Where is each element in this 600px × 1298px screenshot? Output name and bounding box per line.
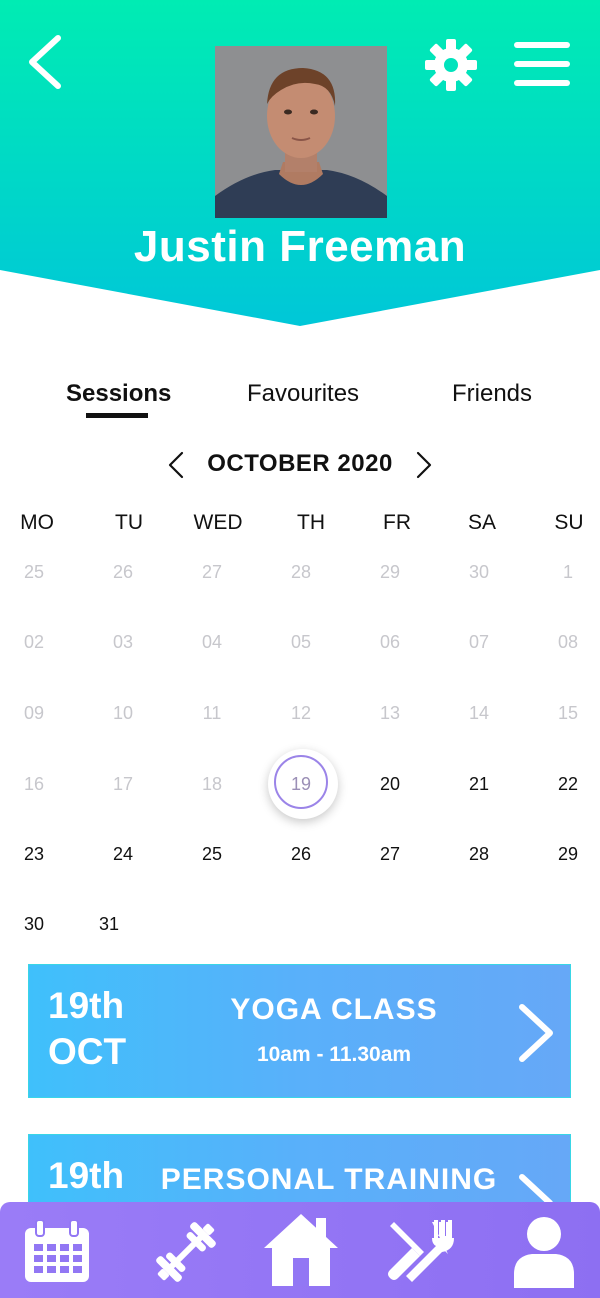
active-tab-indicator [86,413,148,418]
session-title: PERSONAL TRAINING [160,1163,498,1196]
calendar-day[interactable]: 03 [98,617,148,667]
session-date: 19th [48,1153,124,1199]
calendar-day[interactable]: 31 [84,899,134,949]
user-icon[interactable] [512,1214,576,1290]
calendar-day[interactable]: 25 [9,547,59,597]
calendar-day[interactable]: 24 [98,829,148,879]
calendar-day[interactable]: 29 [543,829,593,879]
calendar-day[interactable]: 25 [187,829,237,879]
calendar-day[interactable]: 12 [276,688,326,738]
tab-sessions[interactable]: Sessions [66,380,171,408]
calendar-day[interactable]: 06 [365,617,415,667]
home-icon[interactable] [262,1210,340,1290]
calendar-day[interactable]: 14 [454,688,504,738]
avatar [215,46,387,218]
gear-icon[interactable] [424,38,478,92]
calendar-day[interactable]: 28 [276,547,326,597]
calendar-day[interactable]: 21 [454,759,504,809]
calendar-day[interactable]: 22 [543,759,593,809]
bottom-navigation [0,1202,600,1298]
weekday-label: MO [20,511,54,534]
calendar-day[interactable]: 17 [98,759,148,809]
calendar-icon[interactable] [22,1220,92,1284]
calendar-day-selected[interactable]: 19 [276,759,326,809]
session-card[interactable]: 19th OCT YOGA CLASS 10am - 11.30am [28,964,571,1098]
tab-friends[interactable]: Friends [452,380,532,408]
back-arrow-icon[interactable] [22,32,66,92]
weekday-label: SU [554,511,584,534]
calendar-day[interactable]: 29 [365,547,415,597]
month-title: OCTOBER 2020 [207,450,393,477]
tab-favourites[interactable]: Favourites [247,380,359,408]
weekday-label: TU [115,511,143,534]
calendar-day[interactable]: 02 [9,617,59,667]
calendar-day[interactable]: 27 [187,547,237,597]
calendar-day[interactable]: 26 [98,547,148,597]
session-time: 10am - 11.30am [256,1043,412,1066]
weekday-label: TH [297,511,325,534]
calendar-day[interactable]: 07 [454,617,504,667]
chevron-right-icon[interactable] [514,1001,560,1065]
month-navigation: OCTOBER 2020 [0,446,600,486]
weekday-label: FR [383,511,411,534]
calendar-day[interactable]: 11 [187,688,237,738]
session-date-day: 19th [48,985,125,1026]
calendar-day[interactable]: 04 [187,617,237,667]
calendar-day[interactable]: 23 [9,829,59,879]
calendar-day[interactable]: 20 [365,759,415,809]
weekday-label: WED [193,511,243,534]
session-date-day: 19th [48,1155,125,1196]
hamburger-menu-icon[interactable] [512,40,572,88]
weekday-label: SA [467,511,496,534]
user-name: Justin Freeman [133,222,467,271]
chevron-right-icon[interactable] [408,450,438,480]
session-date-month: OCT [48,1031,127,1072]
calendar-day[interactable]: 1 [543,547,593,597]
session-title: YOGA CLASS [230,993,438,1026]
calendar-day[interactable]: 05 [276,617,326,667]
calendar-day[interactable]: 27 [365,829,415,879]
calendar-day[interactable]: 28 [454,829,504,879]
dumbbell-icon[interactable] [150,1216,222,1288]
calendar-day[interactable]: 08 [543,617,593,667]
calendar-day[interactable]: 10 [98,688,148,738]
calendar-day[interactable]: 13 [365,688,415,738]
calendar-day[interactable]: 30 [454,547,504,597]
calendar-day[interactable]: 26 [276,829,326,879]
fork-knife-icon[interactable] [384,1216,456,1288]
calendar-day[interactable]: 16 [9,759,59,809]
calendar-day[interactable]: 09 [9,688,59,738]
calendar-day[interactable]: 30 [9,899,59,949]
session-date: 19th OCT [48,983,126,1075]
calendar-day[interactable]: 18 [187,759,237,809]
calendar-day[interactable]: 15 [543,688,593,738]
